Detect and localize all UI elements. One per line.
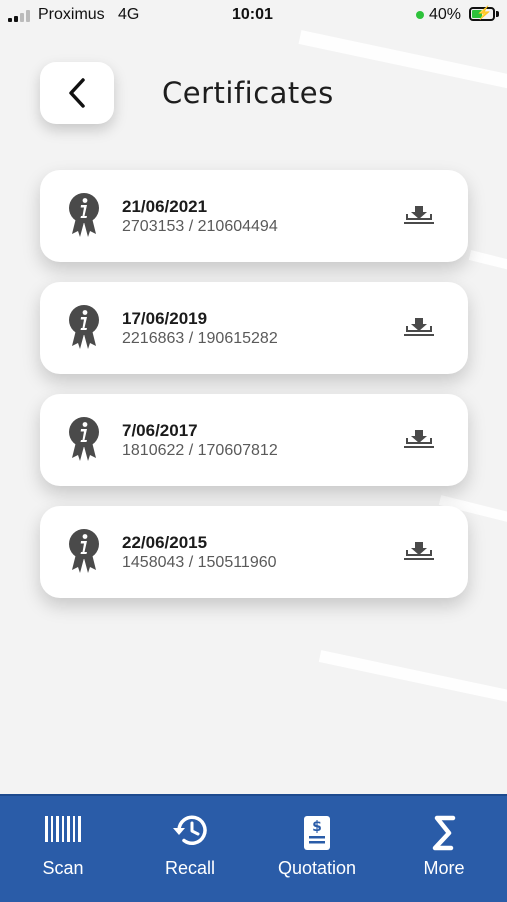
signal-strength-icon xyxy=(8,10,34,22)
battery-icon: ⚡ xyxy=(469,6,495,21)
certificate-numbers: 2703153 / 210604494 xyxy=(122,218,278,235)
certificate-info-icon xyxy=(69,417,99,461)
nav-more-label: More xyxy=(423,858,465,878)
battery-percentage: 40% xyxy=(429,6,462,23)
certificate-date: 7/06/2017 xyxy=(122,421,198,440)
background-stripe xyxy=(318,650,507,716)
bottom-navigation: Scan Recall $ Quotation More xyxy=(0,794,507,902)
nav-quotation[interactable]: $ Quotation xyxy=(254,796,380,902)
download-icon[interactable] xyxy=(402,428,436,452)
privacy-indicator-icon xyxy=(416,11,424,19)
certificate-numbers: 1458043 / 150511960 xyxy=(122,554,277,571)
certificate-info-icon xyxy=(69,193,99,237)
page-title: Certificates xyxy=(162,76,334,110)
certificate-info-icon xyxy=(69,529,99,573)
back-button[interactable] xyxy=(40,62,114,124)
quotation-document-icon: $ xyxy=(304,816,330,850)
certificate-numbers: 2216863 / 190615282 xyxy=(122,330,278,347)
barcode-icon xyxy=(45,816,81,842)
certificate-list: 21/06/2021 2703153 / 210604494 17/06/201… xyxy=(40,170,468,618)
status-time: 10:01 xyxy=(232,6,273,23)
certificate-card[interactable]: 22/06/2015 1458043 / 150511960 xyxy=(40,506,468,598)
certificate-card[interactable]: 7/06/2017 1810622 / 170607812 xyxy=(40,394,468,486)
chevron-left-icon xyxy=(69,78,85,108)
nav-scan[interactable]: Scan xyxy=(0,796,126,902)
carrier-name: Proximus xyxy=(38,6,105,23)
nav-scan-label: Scan xyxy=(42,858,84,878)
certificate-card[interactable]: 17/06/2019 2216863 / 190615282 xyxy=(40,282,468,374)
download-icon[interactable] xyxy=(402,316,436,340)
certificate-card[interactable]: 21/06/2021 2703153 / 210604494 xyxy=(40,170,468,262)
nav-more[interactable]: More xyxy=(381,796,507,902)
nav-quotation-label: Quotation xyxy=(277,858,357,878)
download-icon[interactable] xyxy=(402,204,436,228)
certificate-info-icon xyxy=(69,305,99,349)
background-stripe xyxy=(468,250,507,280)
certificate-date: 22/06/2015 xyxy=(122,533,208,552)
certificate-date: 17/06/2019 xyxy=(122,309,208,328)
more-logo-icon xyxy=(432,815,456,851)
history-icon xyxy=(173,815,207,845)
battery-tip xyxy=(496,11,499,17)
nav-recall-label: Recall xyxy=(164,858,216,878)
network-type: 4G xyxy=(118,6,140,23)
certificate-date: 21/06/2021 xyxy=(122,197,208,216)
nav-recall[interactable]: Recall xyxy=(127,796,253,902)
download-icon[interactable] xyxy=(402,540,436,564)
svg-text:$: $ xyxy=(312,819,322,835)
status-bar: Proximus 4G 10:01 40% ⚡ xyxy=(0,0,507,30)
certificate-numbers: 1810622 / 170607812 xyxy=(122,442,278,459)
